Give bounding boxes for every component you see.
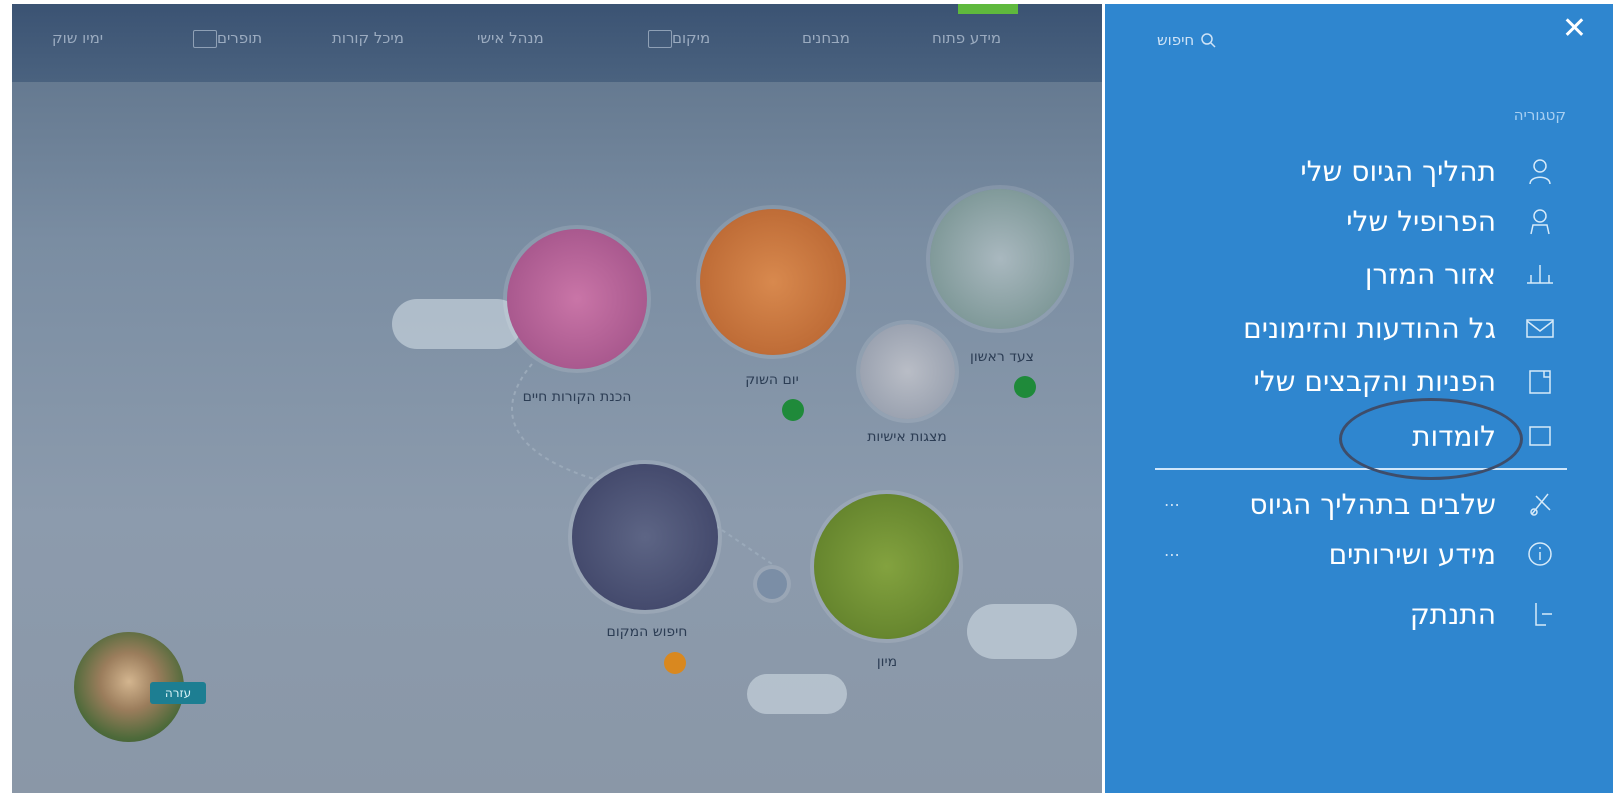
close-button[interactable]: ✕	[1562, 14, 1587, 44]
app-window: ימיו שוק תופרים מיכל קורות מנהל אישי מיק…	[12, 4, 1613, 793]
menu-item-label: שלבים בתהליך הגיוס	[1249, 487, 1496, 521]
section-title: קטגוריה	[1513, 106, 1566, 124]
menu-item-label: הפניות והקבצים שלי	[1253, 364, 1496, 398]
menu-item-label: אזור המזרן	[1364, 257, 1496, 291]
menu-item-logout[interactable]: התנתק	[1410, 594, 1560, 634]
status-dot	[782, 399, 804, 421]
search-icon	[1201, 33, 1216, 48]
menu-item-trainer-area[interactable]: אזור המזרן	[1365, 254, 1560, 294]
menu-item-label: תהליך הגיוס שלי	[1300, 154, 1496, 188]
folder-icon	[1520, 366, 1560, 396]
node-label: חיפוש המקום	[606, 624, 688, 640]
status-dot	[664, 652, 686, 674]
menu-item-messages[interactable]: גל ההודעות והזימונים	[1243, 308, 1560, 348]
trainer-icon	[1520, 259, 1560, 289]
menu-divider	[1155, 468, 1567, 470]
logout-icon	[1520, 599, 1560, 629]
node-label: מצגות אישיות	[867, 429, 947, 445]
menu-item-referrals-files[interactable]: הפניות והקבצים שלי	[1253, 361, 1560, 401]
side-menu-panel: ✕ חיפוש קטגוריה תהליך הגיוס שלי הפרופיל …	[1105, 4, 1613, 793]
menu-item-label: התנתק	[1409, 597, 1496, 631]
book-icon	[1520, 421, 1560, 451]
menu-item-recruitment-steps[interactable]: שלבים בתהליך הגיוס ⋯	[1164, 484, 1560, 524]
node-place-search[interactable]	[572, 464, 718, 610]
background-map: ימיו שוק תופרים מיכל קורות מנהל אישי מיק…	[12, 4, 1102, 793]
node-label: מיון	[876, 654, 898, 670]
steps-icon	[1520, 489, 1560, 519]
menu-item-label: לומדות	[1412, 419, 1496, 453]
node-label: צעד ראשון	[970, 349, 1034, 365]
chat-bubble	[757, 569, 787, 599]
node-label: הכנת הקורות חיים	[522, 389, 632, 405]
node-screening[interactable]	[814, 494, 959, 639]
profile-icon	[1520, 206, 1560, 236]
menu-item-label: מידע ושירותים	[1328, 537, 1496, 571]
node-market-day[interactable]	[700, 209, 846, 355]
node-label: יום השוק	[745, 372, 799, 388]
menu-item-courses[interactable]: לומדות	[1412, 416, 1560, 456]
menu-item-profile[interactable]: הפרופיל שלי	[1346, 201, 1560, 241]
menu-item-info-services[interactable]: מידע ושירותים ⋯	[1164, 534, 1560, 574]
node-cv[interactable]	[507, 229, 647, 369]
more-icon[interactable]: ⋯	[1164, 495, 1180, 514]
menu-item-label: הפרופיל שלי	[1346, 204, 1496, 238]
node-presentations[interactable]	[860, 324, 955, 419]
menu-item-label: גל ההודעות והזימונים	[1243, 311, 1496, 345]
node-first-step[interactable]	[930, 189, 1070, 329]
avatar-badge[interactable]: עזרה	[150, 682, 206, 704]
status-dot	[1014, 376, 1036, 398]
search-label: חיפוש	[1157, 31, 1195, 49]
more-icon[interactable]: ⋯	[1164, 545, 1180, 564]
mail-icon	[1520, 313, 1560, 343]
info-icon	[1520, 539, 1560, 569]
user-icon	[1520, 156, 1560, 186]
menu-item-recruitment-process[interactable]: תהליך הגיוס שלי	[1300, 151, 1560, 191]
search-button[interactable]: חיפוש	[1157, 31, 1216, 49]
